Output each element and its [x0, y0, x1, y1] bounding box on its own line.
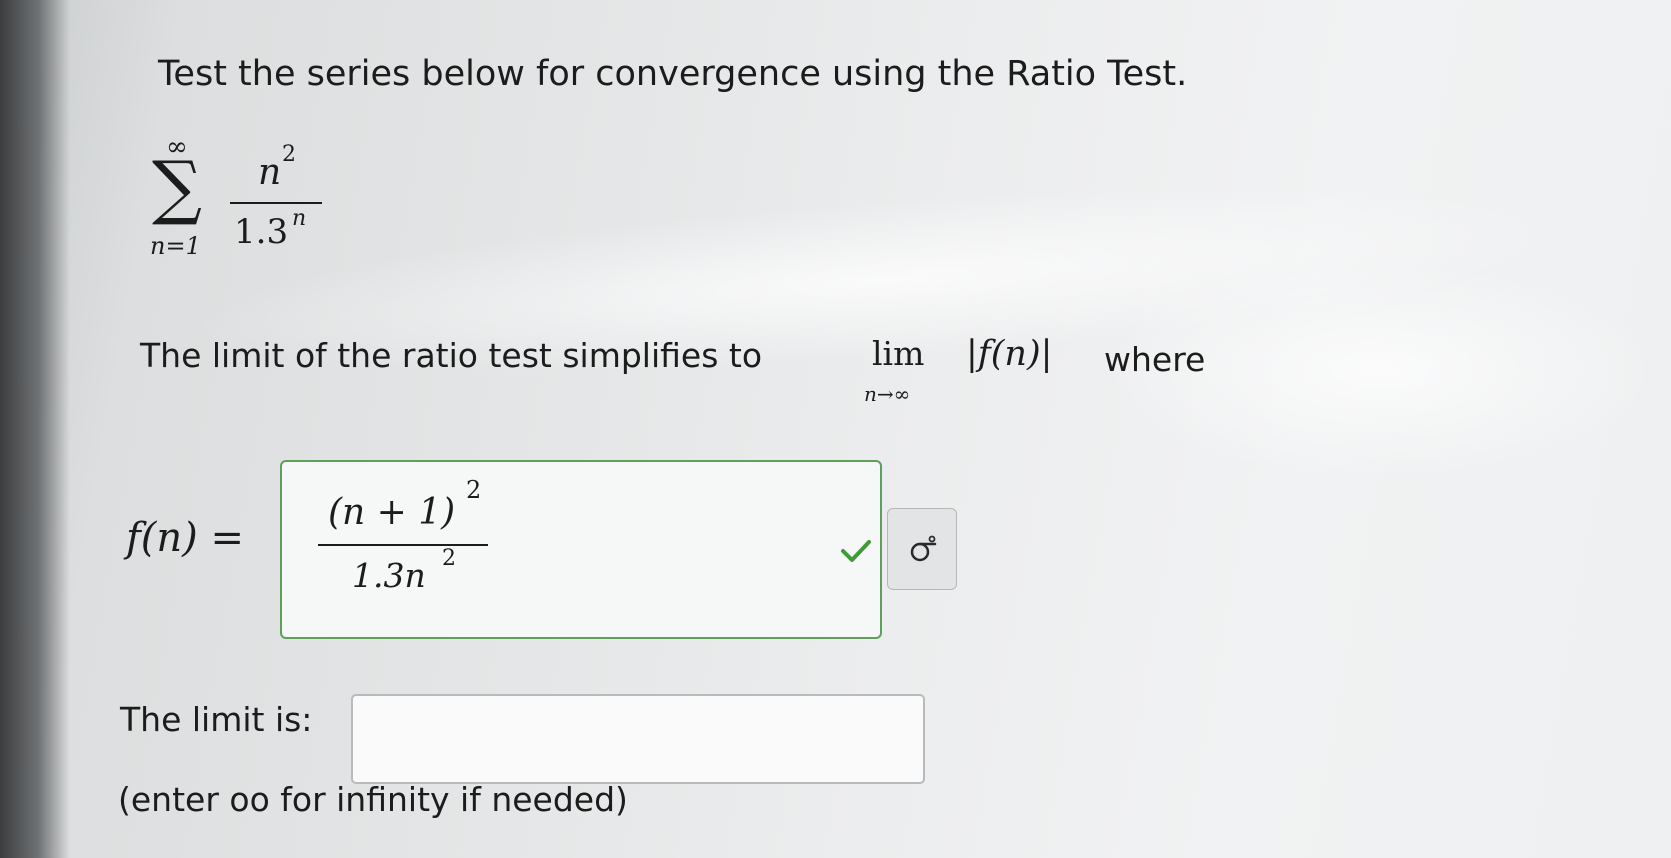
- series-denominator-base: 1.3: [234, 212, 289, 252]
- preview-button[interactable]: [887, 508, 957, 590]
- limit-answer-label: The limit is:: [120, 700, 313, 739]
- sum-lower-limit: n=1: [150, 232, 201, 260]
- lim-subscript: n→∞: [864, 382, 911, 406]
- series-fraction-bar: [230, 202, 322, 204]
- fn-fraction-bar: [318, 544, 488, 546]
- series-numerator-exponent: 2: [282, 142, 296, 167]
- fn-numerator-exponent: 2: [466, 476, 482, 504]
- question-instruction: Test the series below for convergence us…: [158, 54, 1188, 94]
- lim-operator: lim: [872, 334, 925, 373]
- series-numerator: n: [258, 152, 282, 193]
- series-denominator-exponent: n: [292, 206, 307, 231]
- limit-sentence-prefix: The limit of the ratio test simplifies t…: [140, 336, 763, 375]
- series-expression: ∞ ∑ n=1 n 2 1.3 n: [150, 132, 350, 262]
- background-edge: [0, 0, 70, 858]
- limit-answer-hint: (enter oo for infinity if needed): [118, 780, 628, 819]
- limit-sentence-suffix: where: [1104, 340, 1206, 379]
- sigma-symbol: ∑: [152, 146, 202, 228]
- sigma-icon: [910, 535, 937, 562]
- checkmark-icon: [841, 540, 871, 562]
- fn-answer-box[interactable]: (n + 1) 2 1.3n 2: [280, 460, 882, 639]
- abs-fn-expression: |f(n)|: [966, 334, 1053, 374]
- limit-answer-input[interactable]: [351, 694, 925, 784]
- fn-numerator: (n + 1): [328, 492, 456, 533]
- fn-denominator: 1.3n: [352, 556, 426, 595]
- fn-label: f(n) =: [126, 515, 245, 561]
- fn-denominator-exponent: 2: [442, 546, 456, 571]
